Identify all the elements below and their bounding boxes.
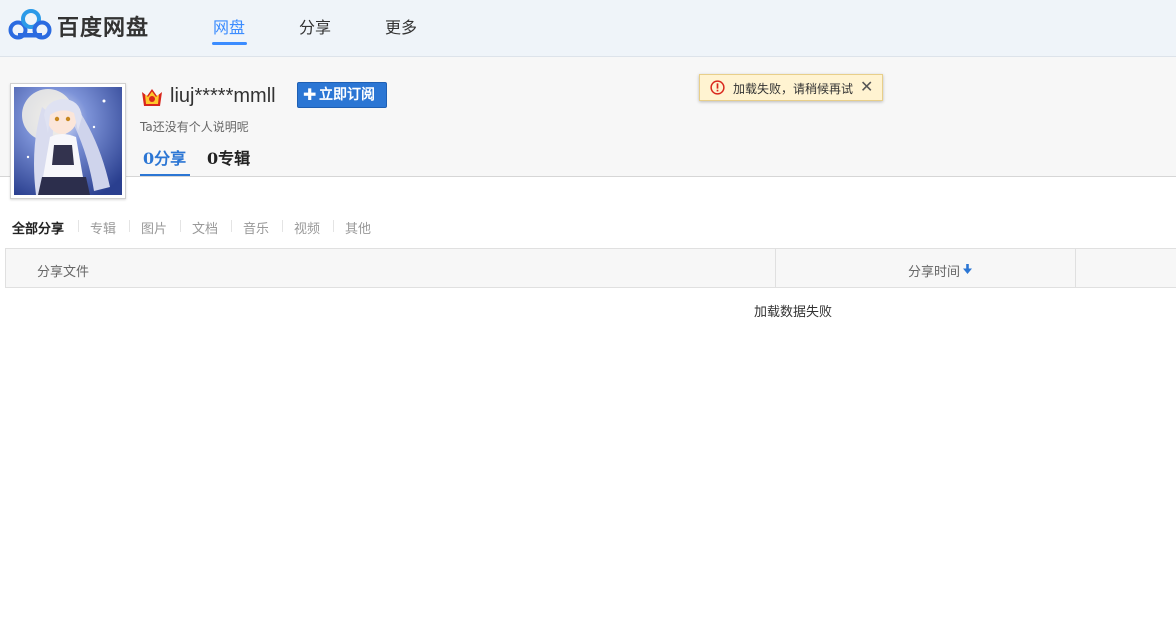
- username: liuj*****mmll: [170, 85, 276, 107]
- column-divider: [775, 249, 776, 288]
- sort-down-icon[interactable]: [963, 264, 972, 274]
- tab-shares[interactable]: 0分享: [143, 145, 186, 169]
- filter-music[interactable]: 音乐: [243, 218, 269, 237]
- warning-icon: [710, 80, 725, 95]
- filter-divider: [333, 220, 334, 232]
- tab-active-indicator: [140, 174, 190, 176]
- subscribe-button[interactable]: ✚ 立即订阅: [297, 82, 387, 108]
- filter-video[interactable]: 视频: [294, 218, 320, 237]
- filter-divider: [231, 220, 232, 232]
- filter-other[interactable]: 其他: [345, 218, 371, 237]
- filter-documents[interactable]: 文档: [192, 218, 218, 237]
- brand-name[interactable]: 百度网盘: [57, 10, 149, 42]
- close-icon[interactable]: ✕: [860, 77, 873, 96]
- baidu-cloud-logo-icon[interactable]: [8, 8, 54, 44]
- subscribe-label: 立即订阅: [319, 87, 375, 103]
- user-bio: Ta还没有个人说明呢: [140, 120, 249, 134]
- top-navigation-bar: 百度网盘 网盘 分享 更多: [0, 0, 1176, 57]
- nav-tab-netdisk[interactable]: 网盘: [213, 14, 245, 38]
- filter-divider: [180, 220, 181, 232]
- avatar[interactable]: [10, 83, 126, 199]
- profile-header: liuj*****mmll ✚ 立即订阅 Ta还没有个人说明呢 0分享 0专辑: [0, 57, 1176, 199]
- error-toast: 加载失败，请稍候再试 ✕: [699, 74, 883, 101]
- plus-icon: ✚: [303, 85, 317, 104]
- table-header: 分享文件 分享时间: [5, 248, 1176, 288]
- filter-divider: [129, 220, 130, 232]
- nav-active-indicator: [212, 42, 247, 45]
- nav-tab-share[interactable]: 分享: [299, 14, 331, 38]
- filter-images[interactable]: 图片: [141, 218, 167, 237]
- tab-albums[interactable]: 0专辑: [207, 145, 250, 169]
- filter-divider: [78, 220, 79, 232]
- filter-all[interactable]: 全部分享: [12, 218, 64, 237]
- avatar-image: [14, 87, 122, 195]
- filter-divider: [282, 220, 283, 232]
- vip-crown-icon: [142, 89, 162, 106]
- empty-state-message: 加载数据失败: [754, 305, 833, 320]
- column-header-time[interactable]: 分享时间: [908, 261, 960, 280]
- column-header-file: 分享文件: [37, 265, 90, 280]
- column-divider: [1075, 249, 1076, 288]
- toast-message: 加载失败，请稍候再试: [733, 82, 854, 96]
- filter-albums[interactable]: 专辑: [90, 218, 116, 237]
- nav-tab-more[interactable]: 更多: [385, 14, 417, 38]
